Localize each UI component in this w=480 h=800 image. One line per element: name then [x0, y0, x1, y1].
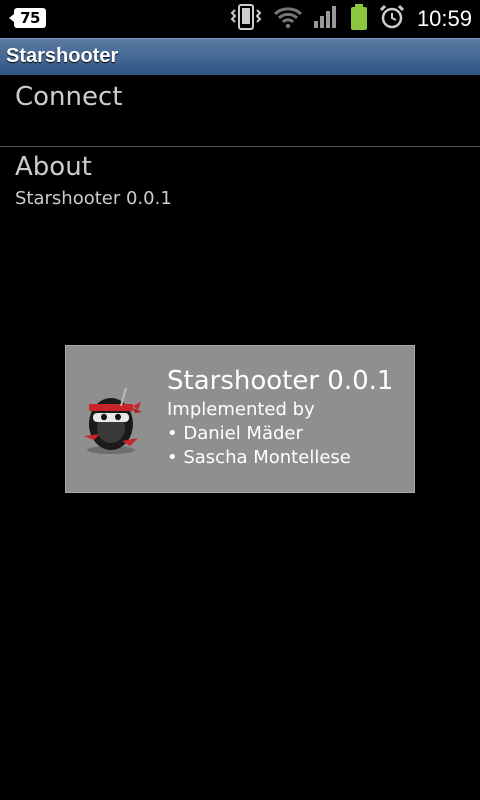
signal-icon [313, 5, 339, 33]
battery-icon [349, 3, 369, 35]
wifi-icon [273, 5, 303, 33]
status-bar: 75 10:59 [0, 0, 480, 38]
app-title: Starshooter [6, 45, 119, 67]
vibrate-icon [229, 4, 263, 34]
status-icons: 10:59 [219, 0, 472, 38]
toast-text: Starshooter 0.0.1 Implemented by • Danie… [167, 364, 393, 470]
ninja-logo-icon [80, 386, 142, 454]
preference-title: Connect [15, 82, 123, 112]
list-divider [0, 146, 480, 147]
preference-title: About [15, 152, 92, 182]
preference-summary: Starshooter 0.0.1 [15, 188, 172, 209]
about-toast: Starshooter 0.0.1 Implemented by • Danie… [65, 345, 415, 493]
toast-line: • Daniel Mäder [167, 423, 303, 444]
preference-connect[interactable]: Connect [0, 82, 480, 146]
preference-about[interactable]: About Starshooter 0.0.1 [0, 152, 480, 209]
toast-line: Implemented by [167, 399, 315, 420]
notification-badge[interactable]: 75 [9, 8, 46, 28]
alarm-icon [379, 4, 405, 34]
toast-title: Starshooter 0.0.1 [167, 366, 394, 396]
toast-line: • Sascha Montellese [167, 447, 351, 468]
app-title-bar: Starshooter [0, 38, 480, 75]
clock: 10:59 [416, 6, 472, 31]
